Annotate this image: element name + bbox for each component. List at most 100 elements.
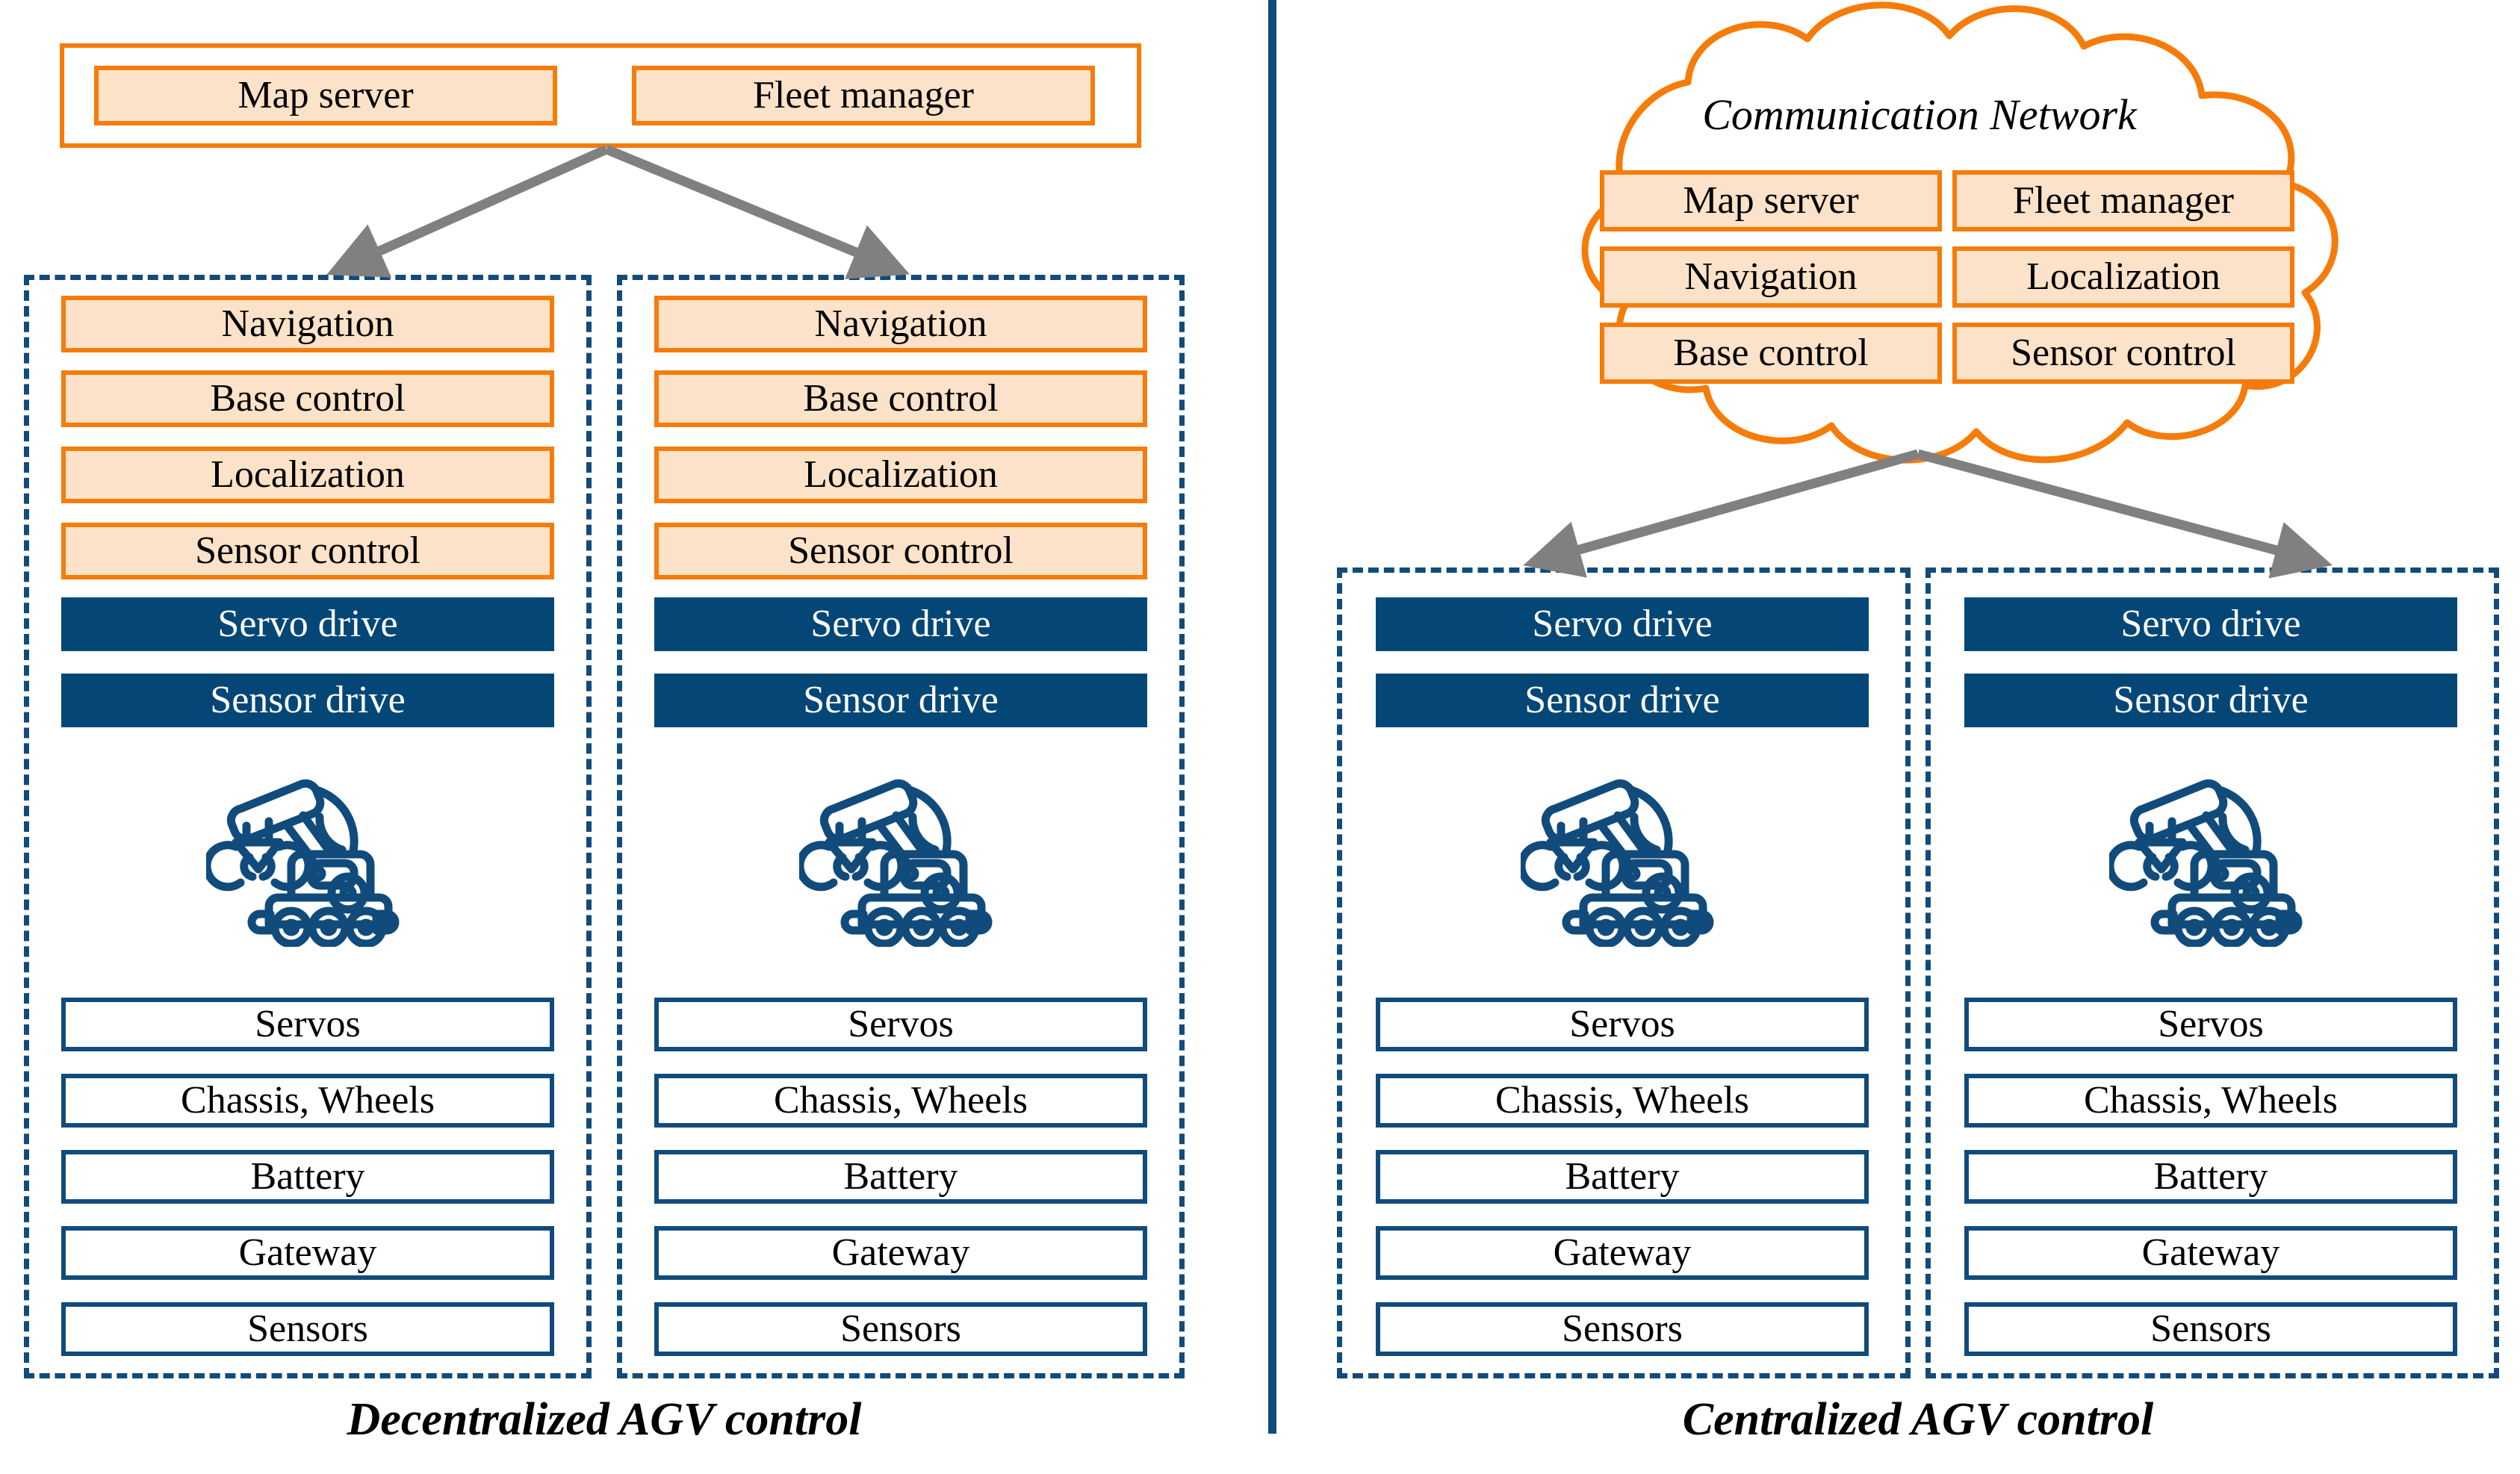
right-agv1-driver-sensor-drive[interactable]: Sensor drive (1376, 674, 1869, 727)
module-label: Servos (2158, 1003, 2264, 1045)
module-label: Navigation (221, 302, 394, 345)
module-label: Sensor control (2011, 332, 2236, 374)
left-agv1-software-base-control[interactable]: Base control (61, 370, 554, 427)
module-label: Localization (804, 453, 998, 496)
module-label: Base control (1673, 332, 1869, 374)
right-agv2-hardware-sensors[interactable]: Sensors (1964, 1302, 2457, 1356)
left-agv1-software-sensor-control[interactable]: Sensor control (61, 523, 554, 579)
left-agv1-hardware-chassis-wheels[interactable]: Chassis, Wheels (61, 1074, 554, 1128)
left-agv1-software-localization[interactable]: Localization (61, 447, 554, 503)
right-agv1-driver-servo-drive[interactable]: Servo drive (1376, 597, 1869, 651)
module-label: Battery (250, 1155, 365, 1198)
left-agv2-hardware-battery[interactable]: Battery (654, 1150, 1147, 1204)
module-label: Sensors (247, 1307, 368, 1350)
left-caption: Decentralized AGV control (347, 1394, 862, 1445)
cloud-module-base-control[interactable]: Base control (1600, 323, 1942, 384)
agv-robot-icon (1521, 779, 1714, 947)
module-label: Servo drive (217, 603, 398, 645)
right-agv2-driver-servo-drive[interactable]: Servo drive (1964, 597, 2457, 651)
left-agv2-software-navigation[interactable]: Navigation (654, 296, 1147, 352)
module-label: Chassis, Wheels (181, 1079, 435, 1122)
module-label: Fleet manager (2013, 179, 2234, 222)
left-agv2-hardware-gateway[interactable]: Gateway (654, 1226, 1147, 1280)
left-header-module-label: Fleet manager (753, 74, 974, 116)
left-agv2-driver-sensor-drive[interactable]: Sensor drive (654, 674, 1147, 727)
cloud-title: Communication Network (1702, 90, 2137, 139)
right-agv1-hardware-battery[interactable]: Battery (1376, 1150, 1869, 1204)
module-label: Map server (1683, 179, 1859, 222)
module-label: Sensor drive (1524, 679, 1720, 721)
module-label: Gateway (238, 1231, 377, 1274)
module-label: Sensor control (195, 529, 420, 572)
left-agv1-software-navigation[interactable]: Navigation (61, 296, 554, 352)
right-agv2-hardware-chassis-wheels[interactable]: Chassis, Wheels (1964, 1074, 2457, 1128)
module-label: Navigation (814, 302, 987, 345)
agv-robot-icon (799, 779, 993, 947)
module-label: Chassis, Wheels (1495, 1079, 1749, 1122)
module-label: Sensor drive (2113, 679, 2309, 721)
module-label: Base control (210, 377, 406, 420)
left-agv1-hardware-servos[interactable]: Servos (61, 998, 554, 1051)
module-label: Servo drive (810, 603, 991, 645)
cloud-module-fleet-manager[interactable]: Fleet manager (1952, 170, 2294, 231)
module-label: Sensors (840, 1307, 961, 1350)
module-label: Sensors (1562, 1307, 1683, 1350)
right-agv1-hardware-servos[interactable]: Servos (1376, 998, 1869, 1051)
left-agv1-driver-sensor-drive[interactable]: Sensor drive (61, 674, 554, 727)
left-header-module-map-server[interactable]: Map server (94, 66, 557, 125)
module-label: Gateway (1553, 1231, 1692, 1274)
left-agv2-software-localization[interactable]: Localization (654, 447, 1147, 503)
arrow-left-to-agv1 (326, 145, 609, 278)
module-label: Battery (843, 1155, 958, 1198)
module-label: Servo drive (1532, 603, 1713, 645)
module-label: Servos (255, 1003, 361, 1045)
module-label: Navigation (1684, 255, 1858, 298)
agv-robot-icon (2109, 779, 2303, 947)
left-agv1-hardware-battery[interactable]: Battery (61, 1150, 554, 1204)
right-agv2-hardware-servos[interactable]: Servos (1964, 998, 2457, 1051)
module-label: Battery (2153, 1155, 2268, 1198)
module-label: Base control (803, 377, 999, 420)
cloud-module-localization[interactable]: Localization (1952, 246, 2294, 308)
left-header-module-fleet-manager[interactable]: Fleet manager (632, 66, 1095, 125)
module-label: Gateway (831, 1231, 970, 1274)
module-label: Battery (1565, 1155, 1680, 1198)
module-label: Sensors (2150, 1307, 2271, 1350)
module-label: Servos (848, 1003, 954, 1045)
agv-robot-icon (206, 779, 400, 947)
left-agv1-hardware-sensors[interactable]: Sensors (61, 1302, 554, 1356)
cloud-module-navigation[interactable]: Navigation (1600, 246, 1942, 308)
left-header-module-label: Map server (238, 74, 414, 116)
cloud-module-sensor-control[interactable]: Sensor control (1952, 323, 2294, 384)
right-agv1-hardware-chassis-wheels[interactable]: Chassis, Wheels (1376, 1074, 1869, 1128)
left-agv2-hardware-servos[interactable]: Servos (654, 998, 1147, 1051)
module-label: Gateway (2141, 1231, 2280, 1274)
module-label: Servo drive (2120, 603, 2301, 645)
right-agv2-hardware-battery[interactable]: Battery (1964, 1150, 2457, 1204)
right-agv1-hardware-sensors[interactable]: Sensors (1376, 1302, 1869, 1356)
right-agv1-hardware-gateway[interactable]: Gateway (1376, 1226, 1869, 1280)
arrow-left-to-agv2 (604, 144, 910, 279)
module-label: Localization (211, 453, 405, 496)
module-label: Chassis, Wheels (774, 1079, 1028, 1122)
module-label: Chassis, Wheels (2084, 1079, 2338, 1122)
left-agv2-software-base-control[interactable]: Base control (654, 370, 1147, 427)
figure-canvas: Map server Fleet manager Navigation Base… (0, 0, 2520, 1474)
left-agv1-hardware-gateway[interactable]: Gateway (61, 1226, 554, 1280)
right-agv2-hardware-gateway[interactable]: Gateway (1964, 1226, 2457, 1280)
left-agv2-hardware-chassis-wheels[interactable]: Chassis, Wheels (654, 1074, 1147, 1128)
module-label: Sensor drive (210, 679, 406, 721)
left-agv2-software-sensor-control[interactable]: Sensor control (654, 523, 1147, 579)
left-agv2-hardware-sensors[interactable]: Sensors (654, 1302, 1147, 1356)
left-agv1-driver-servo-drive[interactable]: Servo drive (61, 597, 554, 651)
vertical-divider (1268, 0, 1276, 1434)
arrow-cloud-to-agv2 (1917, 449, 2333, 579)
cloud-module-map-server[interactable]: Map server (1600, 170, 1942, 231)
module-label: Sensor drive (803, 679, 999, 721)
arrow-cloud-to-agv1 (1523, 449, 1920, 578)
left-agv2-driver-servo-drive[interactable]: Servo drive (654, 597, 1147, 651)
module-label: Servos (1569, 1003, 1675, 1045)
right-agv2-driver-sensor-drive[interactable]: Sensor drive (1964, 674, 2457, 727)
right-caption: Centralized AGV control (1682, 1394, 2154, 1445)
module-label: Sensor control (788, 529, 1014, 572)
